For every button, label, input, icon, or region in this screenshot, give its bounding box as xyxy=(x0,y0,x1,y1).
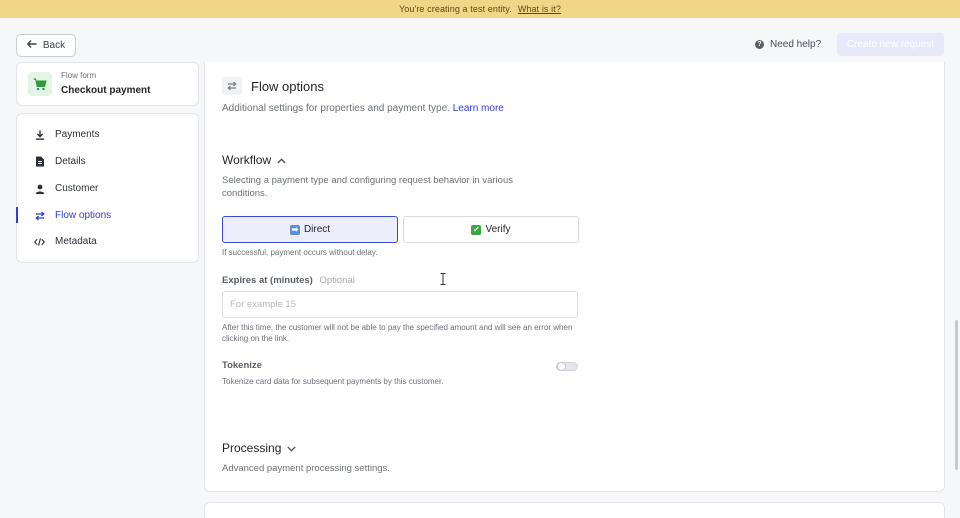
banner-text: You're creating a test entity. xyxy=(399,4,512,14)
arrow-left-icon xyxy=(26,40,37,51)
verify-label: Verify xyxy=(485,224,511,235)
page-description: Additional settings for properties and p… xyxy=(222,103,504,114)
expires-label-text: Expires at (minutes) xyxy=(222,275,313,286)
payment-type-hint: If successful, payment occurs without de… xyxy=(222,248,378,257)
download-icon xyxy=(34,129,45,140)
sidebar-item-label: Metadata xyxy=(55,235,97,247)
processing-section-toggle[interactable]: Processing xyxy=(222,441,297,455)
workflow-description: Selecting a payment type and configuring… xyxy=(222,175,513,199)
chevron-down-icon xyxy=(287,441,297,455)
flow-options-panel: Flow options Additional settings for pro… xyxy=(204,62,945,492)
person-icon xyxy=(34,183,45,194)
create-request-label: Create new request xyxy=(846,39,935,50)
swap-icon xyxy=(222,77,242,95)
arrow-right-icon: ➡ xyxy=(289,224,300,235)
payment-type-direct[interactable]: ➡ Direct xyxy=(222,216,398,243)
chevron-up-icon xyxy=(277,153,286,167)
sidebar-item-flow-options[interactable]: Flow options xyxy=(16,205,200,225)
sidebar-item-metadata[interactable]: Metadata xyxy=(17,231,200,251)
next-section-card xyxy=(204,502,945,518)
sidebar-item-label: Payments xyxy=(55,128,100,140)
top-bar: Back ? Need help? Create new request xyxy=(0,18,960,62)
expires-input[interactable] xyxy=(222,291,578,318)
help-link[interactable]: ? Need help? xyxy=(755,39,821,50)
sidebar-item-label: Flow options xyxy=(55,209,112,221)
expires-hint: After this time, the customer will not b… xyxy=(222,323,573,343)
optional-tag: Optional xyxy=(319,275,355,286)
back-label: Back xyxy=(42,40,66,51)
cart-icon xyxy=(28,72,52,96)
code-icon xyxy=(34,236,45,247)
question-icon: ? xyxy=(755,40,764,49)
page-description-text: Additional settings for properties and p… xyxy=(222,103,450,114)
help-label: Need help? xyxy=(770,39,822,50)
workflow-heading: Workflow xyxy=(222,153,272,167)
back-button[interactable]: Back xyxy=(16,34,76,57)
sidebar-item-payments[interactable]: Payments xyxy=(17,124,200,144)
checkmark-icon: ✓ xyxy=(471,224,482,235)
create-request-button[interactable]: Create new request xyxy=(837,33,944,56)
tokenize-toggle[interactable] xyxy=(556,362,578,371)
flow-form-card: Flow form Checkout payment xyxy=(16,62,199,106)
sidebar-item-label: Details xyxy=(55,155,86,167)
sidebar-item-details[interactable]: Details xyxy=(17,151,200,171)
processing-heading: Processing xyxy=(222,441,282,455)
test-entity-banner: You're creating a test entity. What is i… xyxy=(0,0,960,18)
sidebar-item-customer[interactable]: Customer xyxy=(17,178,200,198)
text-cursor-icon xyxy=(440,272,446,285)
direct-label: Direct xyxy=(303,224,331,235)
scrollbar[interactable] xyxy=(955,320,958,470)
sidebar-nav: Payments Details Customer Flow options M… xyxy=(16,113,199,263)
workflow-section-toggle[interactable]: Workflow xyxy=(222,153,286,167)
banner-help-link[interactable]: What is it? xyxy=(518,4,561,14)
learn-more-link[interactable]: Learn more xyxy=(453,103,504,114)
processing-description: Advanced payment processing settings. xyxy=(222,463,390,474)
swap-icon xyxy=(34,210,45,221)
tokenize-hint: Tokenize card data for subsequent paymen… xyxy=(222,377,444,386)
tokenize-label: Tokenize xyxy=(222,360,262,371)
sidebar-item-label: Customer xyxy=(55,182,99,194)
flow-form-title: Checkout payment xyxy=(61,85,151,96)
page-title: Flow options xyxy=(251,79,324,94)
payment-type-verify[interactable]: ✓ Verify xyxy=(403,216,579,243)
flow-form-subtitle: Flow form xyxy=(61,71,97,80)
document-icon xyxy=(34,156,45,167)
toggle-knob xyxy=(557,362,566,371)
expires-label: Expires at (minutes) Optional xyxy=(222,275,355,286)
